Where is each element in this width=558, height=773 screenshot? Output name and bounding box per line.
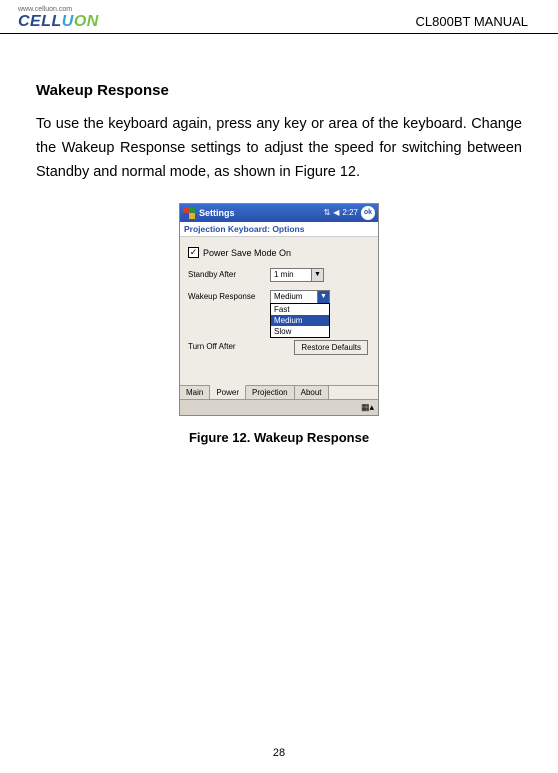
- tab-bar: Main Power Projection About: [180, 385, 378, 399]
- device-screen: Settings ⇅ ◀ 2:27 ok Projection Keyboard…: [179, 203, 379, 416]
- figure-caption: Figure 12. Wakeup Response: [189, 430, 369, 445]
- clock: 2:27: [342, 208, 358, 217]
- titlebar: Settings ⇅ ◀ 2:27 ok: [180, 204, 378, 222]
- tab-projection[interactable]: Projection: [246, 386, 295, 399]
- logo-url: www.celluon.com: [18, 6, 99, 13]
- page-number: 28: [0, 747, 558, 759]
- figure: Settings ⇅ ◀ 2:27 ok Projection Keyboard…: [36, 203, 522, 445]
- power-save-row: ✓ Power Save Mode On: [188, 245, 370, 261]
- content: Wakeup Response To use the keyboard agai…: [0, 34, 558, 445]
- power-save-checkbox[interactable]: ✓: [188, 247, 199, 258]
- option-slow[interactable]: Slow: [271, 326, 329, 337]
- speaker-icon: ◀: [333, 208, 339, 217]
- section-title: Wakeup Response: [36, 82, 522, 99]
- restore-defaults-button[interactable]: Restore Defaults: [294, 340, 368, 355]
- standby-combo[interactable]: 1 min ▼: [270, 268, 324, 282]
- chevron-down-icon: ▼: [311, 269, 323, 281]
- ok-button[interactable]: ok: [361, 206, 375, 220]
- logo: www.celluon.com CELLUON: [18, 6, 99, 31]
- power-save-label: Power Save Mode On: [203, 248, 291, 258]
- wakeup-label: Wakeup Response: [188, 292, 270, 301]
- standby-label: Standby After: [188, 270, 270, 279]
- connectivity-icon: ⇅: [324, 208, 331, 217]
- status-icons: ⇅ ◀ 2:27: [324, 208, 358, 217]
- turnoff-label: Turn Off After: [188, 342, 270, 351]
- option-medium[interactable]: Medium: [271, 315, 329, 326]
- body-text: To use the keyboard again, press any key…: [36, 113, 522, 185]
- titlebar-title: Settings: [199, 208, 324, 218]
- page-header: www.celluon.com CELLUON CL800BT MANUAL: [0, 0, 558, 34]
- keyboard-icon[interactable]: ▦▴: [361, 402, 374, 413]
- standby-value: 1 min: [274, 270, 294, 279]
- tab-about[interactable]: About: [295, 386, 329, 399]
- windows-icon[interactable]: [183, 207, 195, 219]
- logo-brand: CELLUON: [18, 13, 99, 31]
- sip-bar: ▦▴: [180, 399, 378, 415]
- tab-main[interactable]: Main: [180, 386, 210, 399]
- wakeup-combo[interactable]: Medium ▼: [270, 290, 330, 304]
- wakeup-row: Wakeup Response Medium ▼ Fast Medium Slo…: [188, 289, 370, 305]
- manual-title: CL800BT MANUAL: [416, 14, 528, 31]
- screen-subtitle: Projection Keyboard: Options: [180, 222, 378, 237]
- options-panel: ✓ Power Save Mode On Standby After 1 min…: [180, 237, 378, 385]
- option-fast[interactable]: Fast: [271, 304, 329, 315]
- standby-row: Standby After 1 min ▼: [188, 267, 370, 283]
- wakeup-dropdown[interactable]: Fast Medium Slow: [270, 303, 330, 338]
- wakeup-value: Medium: [274, 292, 302, 301]
- chevron-down-icon: ▼: [317, 291, 329, 303]
- tab-power[interactable]: Power: [210, 385, 246, 399]
